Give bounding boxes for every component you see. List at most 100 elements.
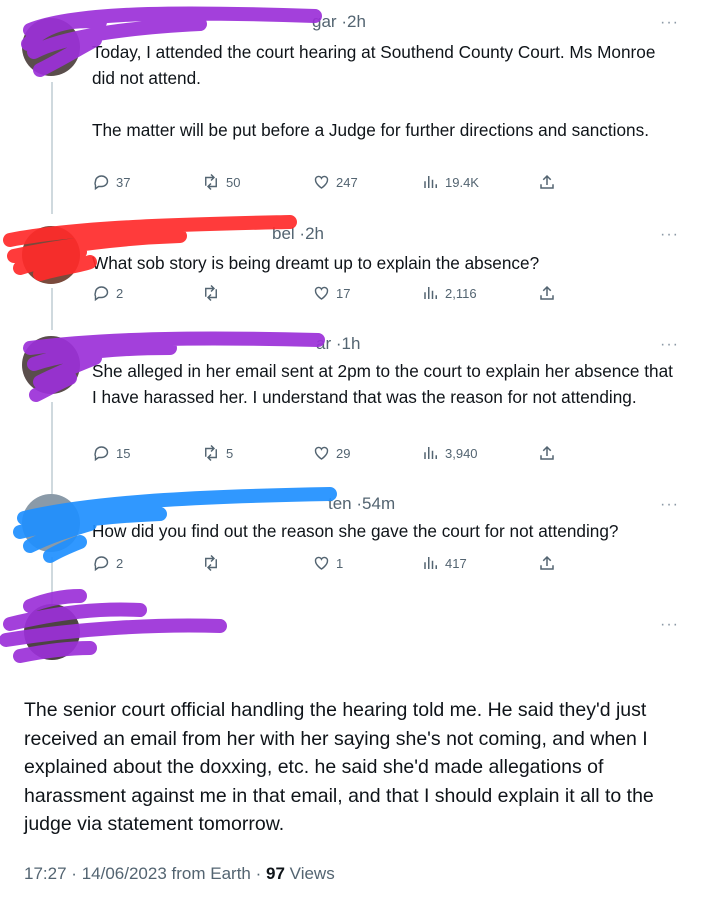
tweet-time[interactable]: 54m — [362, 494, 395, 513]
views-button[interactable]: 2,116 — [422, 284, 477, 302]
like-button[interactable]: 17 — [312, 284, 350, 302]
reply-tweet[interactable]: gar ·2h ··· Today, I attended the court … — [0, 0, 709, 210]
retweet-count: 50 — [226, 174, 241, 190]
views-count: 2,116 — [445, 285, 477, 301]
avatar[interactable] — [22, 494, 80, 552]
retweet-icon — [205, 173, 217, 191]
like-icon — [314, 175, 329, 189]
reply-icon — [94, 446, 109, 462]
reply-button[interactable]: 15 — [92, 444, 130, 462]
tweet-paragraph: What sob story is being dreamt up to exp… — [92, 253, 540, 273]
reply-tweet[interactable]: ten ·54m ··· How did you find out the re… — [0, 480, 709, 590]
reply-count: 2 — [116, 555, 124, 571]
avatar[interactable] — [22, 226, 80, 284]
tweet-header: bel ·2h — [272, 224, 324, 244]
reply-count: 15 — [116, 445, 131, 461]
retweet-icon — [205, 444, 217, 462]
like-button[interactable]: 29 — [312, 444, 350, 462]
separator: · — [255, 864, 262, 883]
retweet-button[interactable] — [201, 554, 226, 572]
views-label[interactable]: Views — [290, 864, 335, 883]
reply-button[interactable]: 2 — [92, 284, 123, 302]
retweet-button[interactable]: 50 — [201, 173, 240, 191]
author-handle[interactable]: ten — [328, 494, 352, 513]
reply-count: 37 — [116, 174, 131, 190]
reply-icon — [94, 556, 109, 572]
like-icon — [314, 556, 329, 570]
share-icon — [540, 555, 554, 570]
views-icon — [424, 287, 437, 299]
action-bar: 15 5 29 3,940 — [92, 444, 562, 466]
like-count: 1 — [336, 555, 344, 571]
views-button[interactable]: 19.4K — [422, 173, 479, 191]
more-icon[interactable]: ··· — [660, 496, 679, 514]
like-count: 29 — [336, 445, 351, 461]
tweet-time[interactable]: 17:27 — [24, 864, 67, 883]
retweet-icon — [205, 554, 217, 572]
retweet-button[interactable]: 5 — [201, 444, 233, 462]
more-icon[interactable]: ··· — [660, 616, 679, 634]
share-button[interactable] — [538, 554, 556, 572]
more-icon[interactable]: ··· — [660, 14, 679, 32]
share-button[interactable] — [538, 284, 556, 302]
views-icon — [424, 176, 437, 188]
views-button[interactable]: 3,940 — [422, 444, 478, 462]
action-bar: 2 17 2,116 — [92, 284, 562, 306]
like-icon — [314, 286, 329, 300]
tweet-text: Today, I attended the court hearing at S… — [92, 39, 682, 143]
author-handle[interactable]: ar — [316, 334, 331, 353]
tweet-time[interactable]: 2h — [347, 12, 366, 31]
more-icon[interactable]: ··· — [660, 336, 679, 354]
share-button[interactable] — [538, 173, 556, 191]
reply-count: 2 — [116, 285, 124, 301]
reply-button[interactable]: 2 — [92, 554, 123, 572]
more-icon[interactable]: ··· — [660, 226, 679, 244]
author-handle[interactable]: gar — [312, 12, 337, 31]
views-button[interactable]: 417 — [422, 554, 467, 572]
share-icon — [540, 285, 554, 300]
views-icon — [424, 557, 437, 569]
tweet-time[interactable]: 1h — [342, 334, 361, 353]
reply-tweet[interactable]: ar ·1h ··· She alleged in her email sent… — [0, 320, 709, 480]
avatar[interactable] — [22, 18, 80, 76]
reply-icon — [94, 286, 109, 302]
action-bar: 2 1 417 — [92, 554, 562, 576]
share-icon — [540, 174, 554, 189]
tweet-source: from Earth — [171, 864, 251, 883]
views-count: 417 — [445, 555, 467, 571]
tweet-header: gar ·2h — [312, 12, 366, 32]
tweet-header: ar ·1h — [316, 334, 360, 354]
avatar[interactable] — [24, 604, 80, 660]
tweet-time[interactable]: 2h — [305, 224, 324, 243]
separator: · — [71, 864, 77, 883]
retweet-count: 5 — [226, 445, 234, 461]
retweet-button[interactable] — [201, 284, 226, 302]
like-count: 247 — [336, 174, 358, 190]
tweet-date[interactable]: 14/06/2023 — [82, 864, 167, 883]
main-tweet-text: The senior court official handling the h… — [24, 699, 654, 835]
tweet-paragraph: She alleged in her email sent at 2pm to … — [92, 361, 673, 407]
tweet-paragraph: Today, I attended the court hearing at S… — [92, 42, 656, 88]
author-handle[interactable]: bel — [272, 224, 295, 243]
avatar[interactable] — [22, 336, 80, 394]
like-icon — [314, 446, 329, 460]
like-count: 17 — [336, 285, 351, 301]
tweet-paragraph: The matter will be put before a Judge fo… — [92, 120, 649, 140]
reply-tweet[interactable]: bel ·2h ··· What sob story is being drea… — [0, 210, 709, 320]
views-count: 3,940 — [445, 445, 478, 461]
share-button[interactable] — [538, 444, 556, 462]
action-bar: 37 50 247 19.4K — [92, 173, 562, 195]
retweet-icon — [205, 284, 217, 302]
tweet-text: She alleged in her email sent at 2pm to … — [92, 358, 682, 410]
tweet-metadata: 17:27 · 14/06/2023 from Earth · 97 Views — [24, 864, 335, 884]
views-count: 19.4K — [445, 174, 479, 190]
like-button[interactable]: 1 — [312, 554, 343, 572]
tweet-text: What sob story is being dreamt up to exp… — [92, 250, 682, 276]
views-icon — [424, 447, 437, 459]
tweet-header: ten ·54m — [328, 494, 395, 514]
like-button[interactable]: 247 — [312, 173, 358, 191]
reply-icon — [94, 175, 109, 191]
views-count[interactable]: 97 — [266, 864, 285, 883]
reply-button[interactable]: 37 — [92, 173, 130, 191]
tweet-paragraph: How did you find out the reason she gave… — [92, 521, 619, 541]
